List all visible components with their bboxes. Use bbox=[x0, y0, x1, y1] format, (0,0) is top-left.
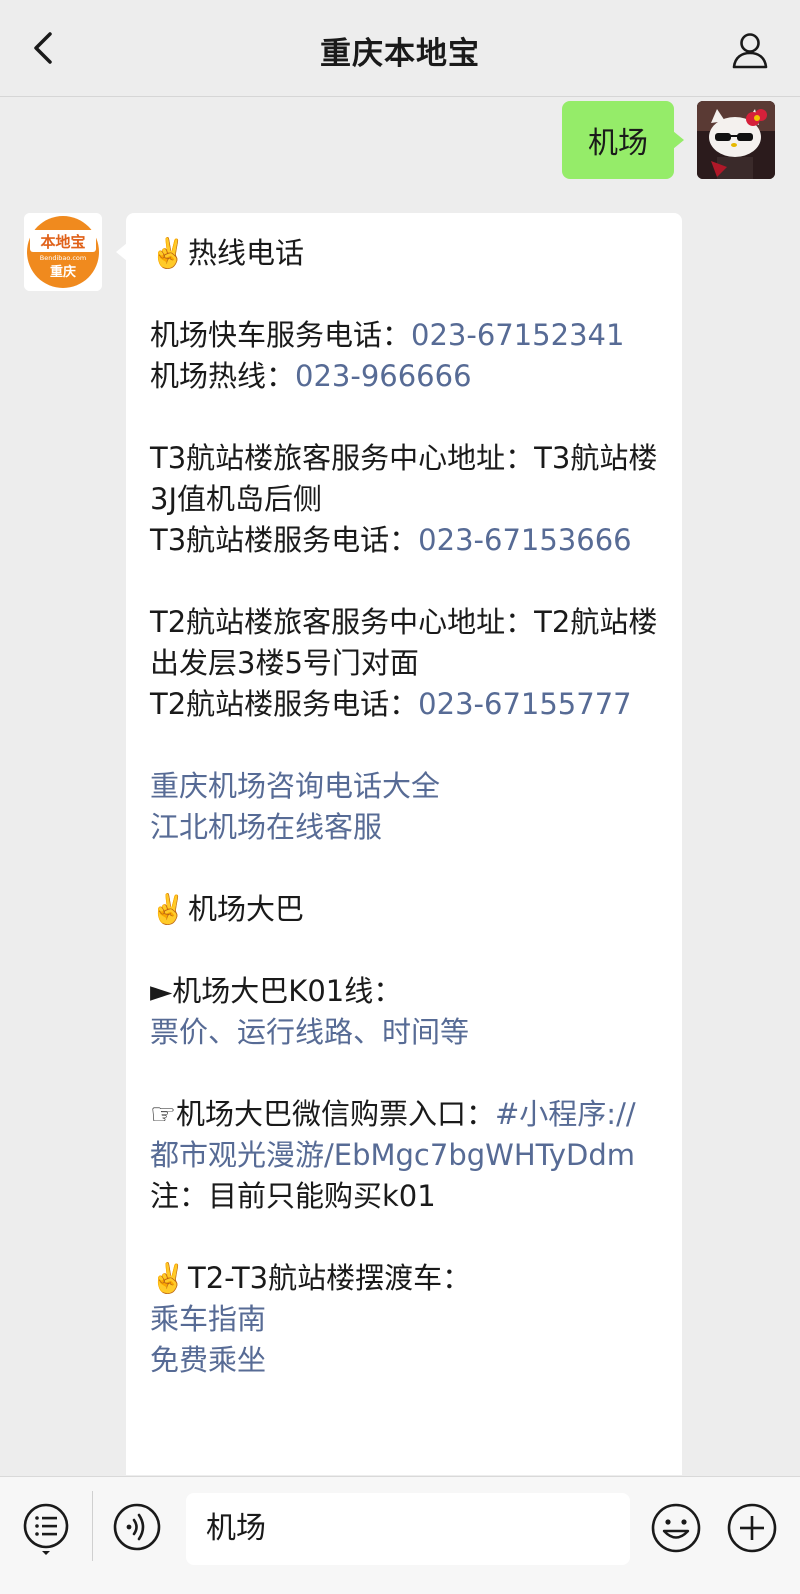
victory-hand-icon: ✌️ bbox=[150, 236, 187, 270]
svg-text:Bendibao.com: Bendibao.com bbox=[40, 254, 86, 262]
t3-phone-line: T3航站楼服务电话：023-67153666 bbox=[150, 523, 632, 557]
menu-list-icon[interactable] bbox=[22, 1502, 70, 1556]
top-navbar: 重庆本地宝 bbox=[0, 0, 800, 97]
bendibao-logo: 本地宝 Bendibao.com 重庆 bbox=[24, 213, 102, 291]
express-phone-link[interactable]: 023-67152341 bbox=[411, 318, 624, 352]
page-title: 重庆本地宝 bbox=[320, 36, 480, 72]
plus-icon[interactable] bbox=[726, 1502, 778, 1554]
express-phone-line: 机场快车服务电话：023-67152341 bbox=[150, 318, 625, 352]
t2-center-address: T2航站楼旅客服务中心地址：T2航站楼出发层3楼5号门对面 bbox=[150, 605, 658, 680]
online-service-link[interactable]: 江北机场在线客服 bbox=[150, 807, 658, 848]
t2-phone-link[interactable]: 023-67155777 bbox=[418, 687, 631, 721]
svg-text:重庆: 重庆 bbox=[50, 264, 76, 280]
k01-label: ►机场大巴K01线： bbox=[150, 974, 403, 1008]
phone-list-link[interactable]: 重庆机场咨询电话大全 bbox=[150, 766, 658, 807]
chat-area[interactable]: 机场 本地宝 Bendibao.com 重庆 ✌️热线电话 机场快车服务电话：0… bbox=[0, 97, 800, 1475]
t3-center-address: T3航站楼旅客服务中心地址：T3航站楼3J值机岛后侧 bbox=[150, 441, 658, 516]
victory-hand-icon: ✌️ bbox=[150, 1261, 187, 1295]
airport-hotline-line: 机场热线：023-966666 bbox=[150, 359, 472, 393]
hello-kitty-avatar-image bbox=[697, 101, 775, 179]
bottom-input-bar: 机场 bbox=[0, 1476, 800, 1594]
shuttle-guide-link[interactable]: 乘车指南 bbox=[150, 1299, 658, 1340]
k01-info-link[interactable]: 票价、运行线路、时间等 bbox=[150, 1012, 658, 1053]
message-input[interactable]: 机场 bbox=[186, 1493, 630, 1565]
official-account-avatar[interactable]: 本地宝 Bendibao.com 重庆 bbox=[24, 213, 102, 291]
wechat-ticket-line: ☞机场大巴微信购票入口：#小程序://都市观光漫游/EbMgc7bgWHTyDd… bbox=[150, 1097, 636, 1172]
svg-text:本地宝: 本地宝 bbox=[40, 233, 85, 251]
bus-heading: ✌️机场大巴 bbox=[150, 889, 658, 930]
person-icon[interactable] bbox=[730, 30, 770, 70]
t2-phone-line: T2航站楼服务电话：023-67155777 bbox=[150, 687, 632, 721]
shuttle-free-link[interactable]: 免费乘坐 bbox=[150, 1340, 658, 1381]
bar-divider bbox=[92, 1491, 93, 1561]
victory-hand-icon: ✌️ bbox=[150, 892, 187, 926]
shuttle-heading: ✌️T2-T3航站楼摆渡车： bbox=[150, 1258, 658, 1299]
note-text: 注：目前只能购买k01 bbox=[150, 1179, 436, 1213]
user-message-text: 机场 bbox=[588, 126, 648, 161]
smiley-icon[interactable] bbox=[650, 1502, 702, 1554]
t3-phone-link[interactable]: 023-67153666 bbox=[418, 523, 631, 557]
voice-icon[interactable] bbox=[112, 1502, 162, 1552]
user-message-bubble[interactable]: 机场 bbox=[562, 101, 684, 179]
airport-hotline-link[interactable]: 023-966666 bbox=[295, 359, 472, 393]
user-avatar[interactable] bbox=[697, 101, 775, 179]
reply-message-bubble[interactable]: ✌️热线电话 机场快车服务电话：023-67152341 机场热线：023-96… bbox=[116, 213, 682, 1475]
hotline-heading: ✌️热线电话 bbox=[150, 233, 658, 274]
